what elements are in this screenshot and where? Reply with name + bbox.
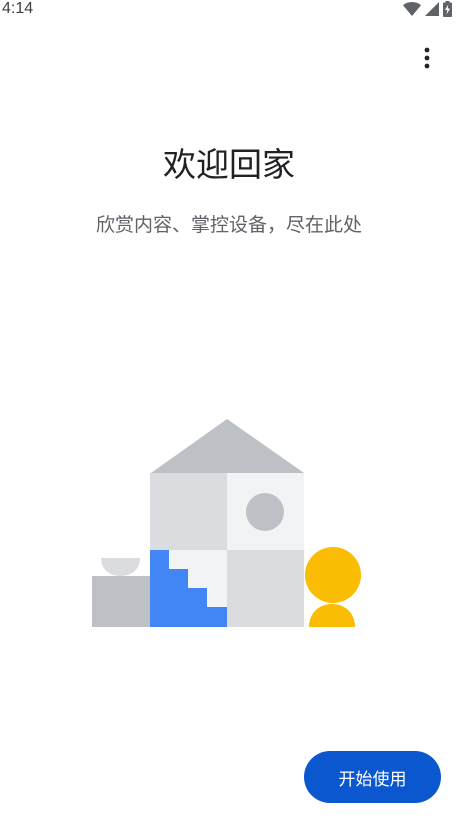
status-time: 4:14 bbox=[2, 0, 34, 17]
more-vertical-icon bbox=[424, 47, 430, 73]
more-options-button[interactable] bbox=[415, 46, 439, 74]
house-wall-upper-left bbox=[150, 473, 227, 550]
page-subtitle: 欣赏内容、掌控设备，尽在此处 bbox=[95, 214, 362, 236]
get-started-button[interactable]: 开始使用 bbox=[304, 751, 441, 803]
house-window bbox=[246, 493, 284, 531]
status-icons bbox=[403, 1, 452, 17]
side-block bbox=[92, 576, 150, 627]
house-illustration bbox=[88, 416, 364, 630]
page-title: 欢迎回家 bbox=[163, 145, 295, 184]
house-roof bbox=[151, 419, 304, 473]
status-bar: 4:14 bbox=[0, 0, 458, 20]
side-bowl bbox=[101, 558, 140, 576]
person-head bbox=[305, 547, 361, 603]
person-body bbox=[309, 604, 355, 627]
wifi-icon bbox=[403, 2, 421, 16]
house-wall-lower-right bbox=[227, 550, 304, 627]
battery-charging-icon bbox=[443, 1, 452, 17]
cellular-signal-icon bbox=[425, 2, 439, 16]
